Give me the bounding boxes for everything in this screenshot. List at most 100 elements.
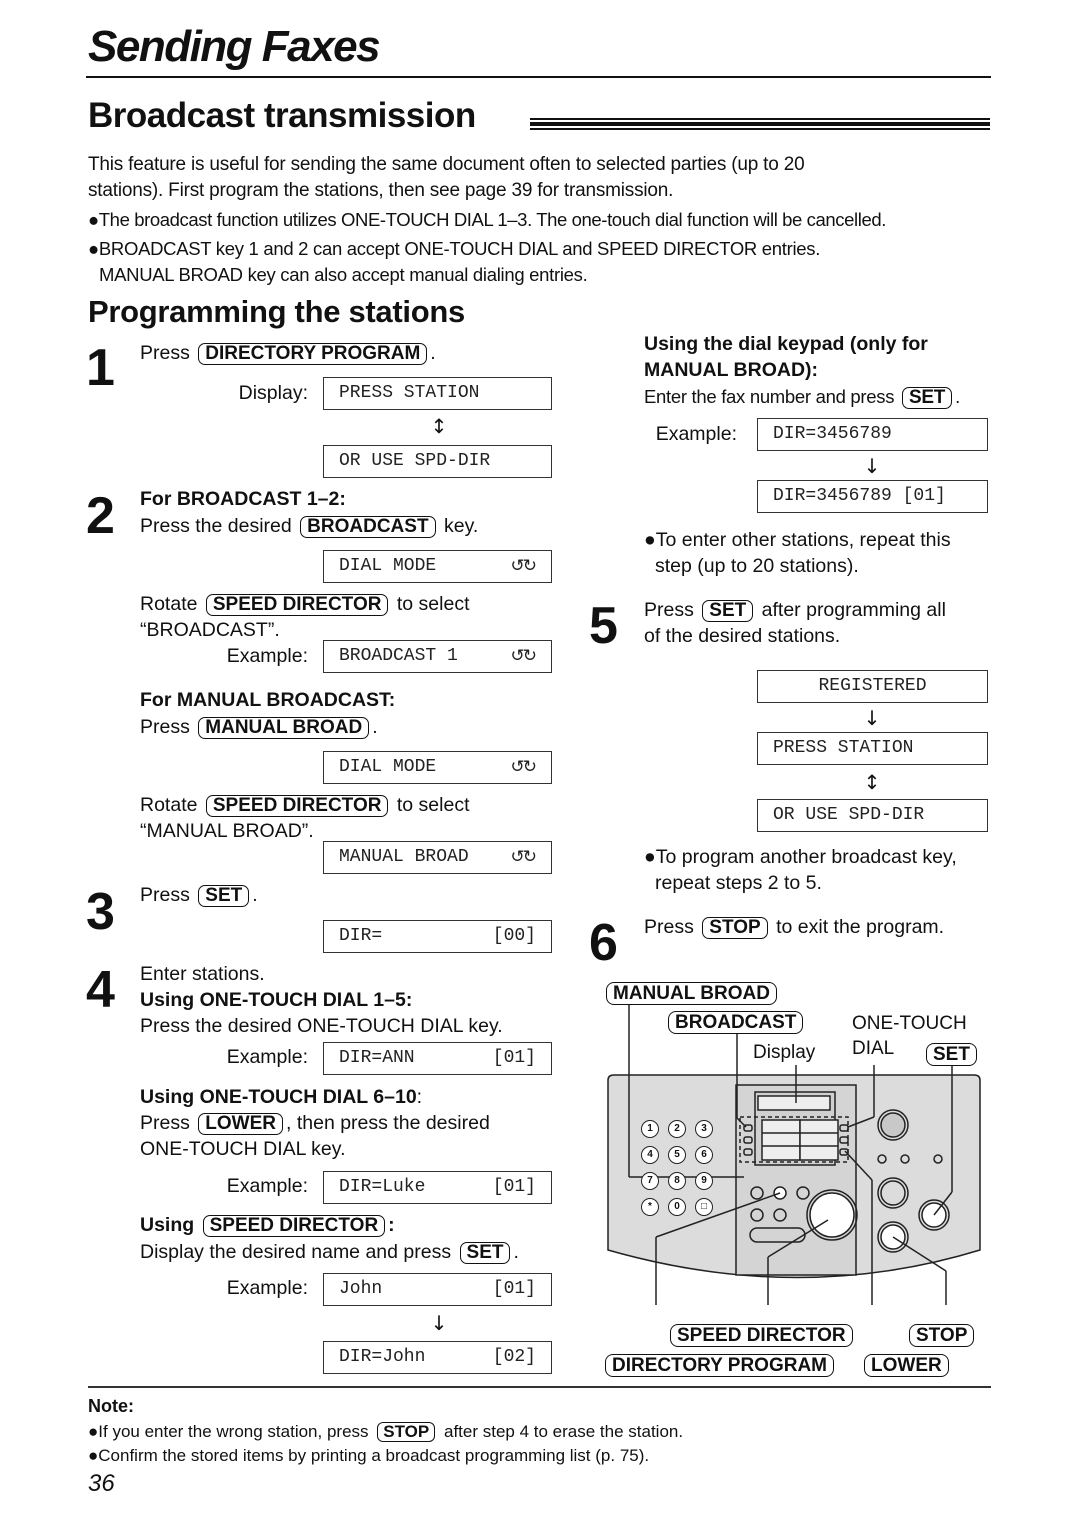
lcd-dir-john: DIR=John [02] bbox=[323, 1341, 552, 1374]
colon: : bbox=[416, 1086, 423, 1108]
diagram-broadcast-key: BROADCAST bbox=[668, 1011, 804, 1034]
diagram-set-key: SET bbox=[926, 1043, 977, 1066]
press-text: Press bbox=[140, 342, 190, 364]
set-key: SET bbox=[459, 1242, 511, 1264]
then-press-text: , then press the desired bbox=[286, 1112, 490, 1134]
lcd-index: [00] bbox=[492, 926, 536, 946]
step-6-instruction: Press STOP to exit the program. bbox=[644, 914, 944, 940]
keypad-key: 3 bbox=[695, 1120, 713, 1138]
to-select-text: to select bbox=[396, 593, 470, 615]
press-text: Press bbox=[140, 716, 190, 738]
period: . bbox=[252, 884, 258, 906]
step-2-heading: For BROADCAST 1–2: bbox=[140, 488, 346, 510]
directory-program-key: DIRECTORY PROGRAM bbox=[198, 343, 428, 365]
lcd-john: John [01] bbox=[323, 1273, 552, 1306]
otd-1-5-heading: Using ONE-TOUCH DIAL 1–5: bbox=[140, 989, 413, 1011]
keypad-key: 2 bbox=[668, 1120, 686, 1138]
lcd-press-station-2: PRESS STATION bbox=[757, 732, 988, 765]
lower-key: LOWER bbox=[198, 1113, 283, 1135]
step-number-3: 3 bbox=[86, 883, 115, 941]
colon: : bbox=[388, 1214, 395, 1236]
speed-director-instruction: Display the desired name and press SET. bbox=[140, 1239, 519, 1265]
using-speed-director-heading: Using SPEED DIRECTOR: bbox=[140, 1212, 395, 1238]
keypad-heading-1: Using the dial keypad (only for bbox=[644, 333, 928, 355]
step-number-1: 1 bbox=[86, 339, 115, 397]
lcd-dir-number: DIR=3456789 bbox=[757, 418, 988, 451]
rotate-icon: ↺↻ bbox=[510, 646, 537, 666]
diagram-one-touch-label: ONE-TOUCH bbox=[852, 1013, 967, 1034]
down-arrow-icon: ↓ bbox=[863, 706, 881, 730]
period: . bbox=[372, 716, 378, 738]
keypad-instruction: Enter the fax number and press SET. bbox=[644, 384, 960, 410]
step-1-instruction: Press DIRECTORY PROGRAM. bbox=[140, 340, 436, 366]
press-text: Press bbox=[140, 884, 190, 906]
down-arrow-icon: ↓ bbox=[430, 1311, 448, 1335]
another-key-note-1: ●To program another broadcast key, bbox=[644, 846, 957, 868]
period: . bbox=[955, 386, 960, 407]
speed-director-key: SPEED DIRECTOR bbox=[205, 795, 389, 817]
otd-6-10-text-2: ONE-TOUCH DIAL key. bbox=[140, 1138, 346, 1160]
lcd-dir-number-indexed: DIR=3456789 [01] bbox=[757, 480, 988, 513]
step-5-text-2: of the desired stations. bbox=[644, 625, 841, 647]
intro-bullet-2-cont: MANUAL BROAD key can also accept manual … bbox=[99, 264, 588, 285]
rotate-icon: ↺↻ bbox=[510, 847, 537, 867]
lcd-text: DIR=Luke bbox=[339, 1177, 426, 1197]
step-number-6: 6 bbox=[589, 914, 618, 972]
section-title: Broadcast transmission bbox=[88, 96, 476, 135]
stop-key: STOP bbox=[377, 1422, 436, 1442]
step-5-instruction: Press SET after programming all bbox=[644, 597, 946, 623]
lcd-text: DIAL MODE bbox=[339, 757, 437, 777]
keypad-key: 1 bbox=[641, 1120, 659, 1138]
manual-broadcast-heading: For MANUAL BROADCAST: bbox=[140, 689, 396, 711]
rotate-text: Rotate bbox=[140, 794, 198, 816]
down-arrow-icon: ↓ bbox=[863, 454, 881, 478]
lcd-registered: REGISTERED bbox=[757, 670, 988, 703]
step-number-2: 2 bbox=[86, 487, 115, 545]
note-text: ●If you enter the wrong station, press bbox=[88, 1422, 369, 1441]
broadcast-key: BROADCAST bbox=[300, 516, 436, 538]
select-broadcast-text: “BROADCAST”. bbox=[140, 619, 280, 641]
repeat-note-1: ●To enter other stations, repeat this bbox=[644, 529, 951, 551]
lcd-dir-empty: DIR= [00] bbox=[323, 920, 552, 953]
keypad-key: 0 bbox=[668, 1198, 686, 1216]
enter-stations-text: Enter stations. bbox=[140, 963, 265, 985]
example-label: Example: bbox=[226, 1277, 308, 1299]
otd-1-5-text: Press the desired ONE-TOUCH DIAL key. bbox=[140, 1015, 503, 1037]
intro-line-2: stations). First program the stations, t… bbox=[88, 180, 674, 201]
another-key-note-2: repeat steps 2 to 5. bbox=[655, 872, 822, 894]
using-text: Using bbox=[140, 1214, 195, 1236]
period: . bbox=[513, 1241, 519, 1263]
stop-key: STOP bbox=[702, 917, 768, 939]
manual-broad-instruction: Press MANUAL BROAD. bbox=[140, 714, 378, 740]
note-line-2: ●Confirm the stored items by printing a … bbox=[88, 1446, 650, 1465]
period: . bbox=[430, 342, 436, 364]
diagram-manual-broad-key: MANUAL BROAD bbox=[606, 982, 777, 1005]
note-divider bbox=[88, 1386, 991, 1388]
lcd-text: DIAL MODE bbox=[339, 556, 437, 576]
keypad-key: * bbox=[641, 1198, 659, 1216]
intro-bullet-2: ●BROADCAST key 1 and 2 can accept ONE-TO… bbox=[88, 238, 821, 259]
lcd-broadcast-1: BROADCAST 1 ↺↻ bbox=[323, 640, 552, 673]
lcd-dir-luke: DIR=Luke [01] bbox=[323, 1171, 552, 1204]
section-title-rule bbox=[530, 118, 990, 131]
press-text: Press bbox=[140, 1112, 190, 1134]
repeat-note-2: step (up to 20 stations). bbox=[655, 555, 859, 577]
lcd-text: John bbox=[339, 1279, 383, 1299]
chapter-divider bbox=[86, 76, 991, 78]
set-key: SET bbox=[902, 387, 953, 409]
updown-arrow-icon: ↕ bbox=[430, 414, 448, 438]
otd-6-10-instruction: Press LOWER, then press the desired bbox=[140, 1110, 490, 1136]
rotate-icon: ↺↻ bbox=[510, 757, 537, 777]
lcd-text: BROADCAST 1 bbox=[339, 646, 458, 666]
lcd-dial-mode: DIAL MODE ↺↻ bbox=[323, 550, 552, 583]
step-number-4: 4 bbox=[86, 961, 115, 1019]
lcd-dial-mode-2: DIAL MODE ↺↻ bbox=[323, 751, 552, 784]
keypad-key: 8 bbox=[668, 1172, 686, 1190]
manual-broad-key: MANUAL BROAD bbox=[198, 717, 370, 739]
diagram-speed-director-key: SPEED DIRECTOR bbox=[670, 1324, 853, 1347]
keypad-key: 9 bbox=[695, 1172, 713, 1190]
lcd-text: DIR=John bbox=[339, 1347, 426, 1367]
rotate-icon: ↺↻ bbox=[510, 556, 537, 576]
diagram-dial-label: DIAL bbox=[852, 1038, 895, 1059]
note-text: after step 4 to erase the station. bbox=[443, 1422, 684, 1441]
